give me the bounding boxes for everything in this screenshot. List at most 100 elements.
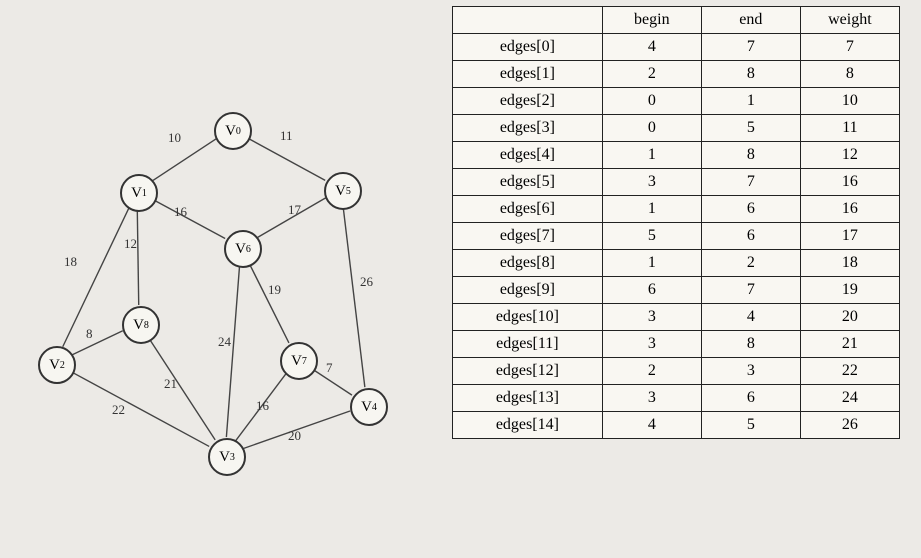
cell-label: edges[12] [453, 358, 603, 385]
cell-begin: 3 [602, 169, 701, 196]
cell-end: 6 [701, 223, 800, 250]
col-header-blank [453, 7, 603, 34]
cell-weight: 20 [800, 304, 899, 331]
cell-end: 8 [701, 61, 800, 88]
cell-weight: 12 [800, 142, 899, 169]
table-row: edges[3]0511 [453, 115, 900, 142]
graph-edge-weight-4-5: 26 [360, 274, 374, 289]
cell-begin: 1 [602, 250, 701, 277]
cell-begin: 0 [602, 115, 701, 142]
cell-weight: 10 [800, 88, 899, 115]
cell-begin: 1 [602, 196, 701, 223]
cell-begin: 1 [602, 142, 701, 169]
cell-end: 8 [701, 331, 800, 358]
graph-edge-1-2 [63, 207, 130, 347]
cell-label: edges[0] [453, 34, 603, 61]
cell-label: edges[2] [453, 88, 603, 115]
cell-weight: 17 [800, 223, 899, 250]
cell-begin: 2 [602, 358, 701, 385]
table-body: edges[0]477edges[1]288edges[2]0110edges[… [453, 34, 900, 439]
cell-begin: 6 [602, 277, 701, 304]
graph-edge-weight-5-6: 17 [288, 202, 302, 217]
graph-diagram: 1011181216822212416207261719 V0V1V2V3V4V… [20, 70, 440, 500]
cell-weight: 22 [800, 358, 899, 385]
edges-table: begin end weight edges[0]477edges[1]288e… [452, 6, 900, 439]
graph-edge-weight-0-1: 10 [168, 130, 181, 145]
table-row: edges[8]1218 [453, 250, 900, 277]
table-row: edges[14]4526 [453, 412, 900, 439]
cell-weight: 24 [800, 385, 899, 412]
table-row: edges[12]2322 [453, 358, 900, 385]
graph-node-4: V4 [350, 388, 388, 426]
cell-label: edges[1] [453, 61, 603, 88]
graph-node-5: V5 [324, 172, 362, 210]
cell-weight: 16 [800, 169, 899, 196]
table-row: edges[11]3821 [453, 331, 900, 358]
graph-edge-2-3 [71, 372, 209, 447]
col-header-begin: begin [602, 7, 701, 34]
cell-weight: 16 [800, 196, 899, 223]
table-row: edges[6]1616 [453, 196, 900, 223]
graph-edge-weight-3-4: 20 [288, 428, 301, 443]
cell-weight: 21 [800, 331, 899, 358]
cell-label: edges[6] [453, 196, 603, 223]
cell-end: 5 [701, 412, 800, 439]
graph-edge-1-6 [153, 200, 225, 239]
graph-edge-weight-1-6: 16 [174, 204, 188, 219]
cell-label: edges[14] [453, 412, 603, 439]
col-header-end: end [701, 7, 800, 34]
graph-edge-weight-2-8: 8 [86, 326, 93, 341]
graph-edge-3-8 [149, 338, 215, 440]
cell-begin: 5 [602, 223, 701, 250]
graph-edge-3-6 [226, 265, 239, 437]
edge-table: begin end weight edges[0]477edges[1]288e… [452, 6, 900, 439]
graph-edge-2-8 [71, 331, 122, 356]
cell-end: 7 [701, 169, 800, 196]
graph-node-1: V1 [120, 174, 158, 212]
graph-edge-weight-0-5: 11 [280, 128, 293, 143]
cell-begin: 0 [602, 88, 701, 115]
table-row: edges[0]477 [453, 34, 900, 61]
table-row: edges[1]288 [453, 61, 900, 88]
col-header-weight: weight [800, 7, 899, 34]
graph-edge-weight-1-2: 18 [64, 254, 77, 269]
cell-end: 2 [701, 250, 800, 277]
cell-begin: 4 [602, 34, 701, 61]
cell-begin: 2 [602, 61, 701, 88]
cell-weight: 19 [800, 277, 899, 304]
cell-begin: 3 [602, 331, 701, 358]
graph-edge-weight-3-8: 21 [164, 376, 177, 391]
cell-end: 7 [701, 34, 800, 61]
table-row: edges[13]3624 [453, 385, 900, 412]
graph-edge-0-5 [247, 138, 325, 181]
cell-label: edges[9] [453, 277, 603, 304]
cell-label: edges[11] [453, 331, 603, 358]
graph-edge-weight-1-8: 12 [124, 236, 137, 251]
cell-label: edges[13] [453, 385, 603, 412]
graph-edge-4-5 [343, 207, 365, 387]
graph-node-6: V6 [224, 230, 262, 268]
cell-begin: 4 [602, 412, 701, 439]
table-row: edges[7]5617 [453, 223, 900, 250]
page: { "graph": { "nodes": [ {"id":0,"label":… [0, 0, 921, 558]
graph-node-8: V8 [122, 306, 160, 344]
graph-node-2: V2 [38, 346, 76, 384]
cell-end: 7 [701, 277, 800, 304]
cell-end: 8 [701, 142, 800, 169]
table-row: edges[2]0110 [453, 88, 900, 115]
cell-label: edges[5] [453, 169, 603, 196]
cell-weight: 8 [800, 61, 899, 88]
cell-label: edges[7] [453, 223, 603, 250]
graph-edge-1-8 [137, 209, 138, 305]
table-row: edges[5]3716 [453, 169, 900, 196]
cell-weight: 11 [800, 115, 899, 142]
graph-edge-weight-3-6: 24 [218, 334, 232, 349]
graph-edge-weight-3-7: 16 [256, 398, 270, 413]
cell-end: 1 [701, 88, 800, 115]
cell-label: edges[3] [453, 115, 603, 142]
cell-weight: 26 [800, 412, 899, 439]
graph-node-3: V3 [208, 438, 246, 476]
graph-node-7: V7 [280, 342, 318, 380]
table-row: edges[10]3420 [453, 304, 900, 331]
graph-edge-6-7 [249, 263, 289, 343]
